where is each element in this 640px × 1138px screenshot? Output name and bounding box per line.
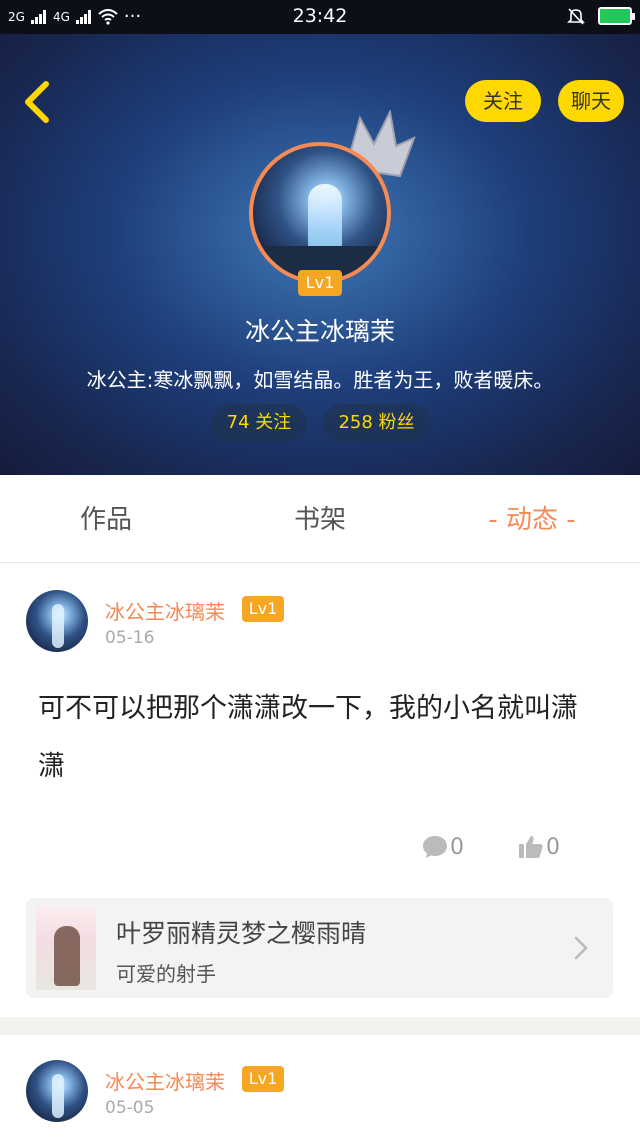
post-avatar[interactable] (26, 1060, 88, 1122)
book-title: 叶罗丽精灵梦之樱雨晴 (116, 919, 367, 948)
profile-header: 关注 聊天 Lv1 冰公主冰璃茉 冰公主:寒冰飘飘，如雪结晶。胜者为王，败者暖床… (0, 34, 640, 475)
tab-feed[interactable]: - 动态 - (464, 475, 600, 563)
cover-figure (54, 926, 80, 986)
post-date: 05-16 (105, 628, 155, 648)
level-badge: Lv1 (298, 270, 342, 296)
fans-count[interactable]: 258 粉丝 (323, 404, 430, 442)
profile-tabs: 作品 书架 - 动态 - (0, 475, 640, 563)
comment-button[interactable]: 0 (422, 830, 464, 864)
status-bar: 2G 4G ··· 23:42 (0, 0, 640, 34)
book-author: 可爱的射手 (116, 962, 216, 986)
tab-bookshelf[interactable]: 书架 (258, 475, 382, 563)
following-count[interactable]: 74 关注 (211, 404, 307, 442)
tab-works[interactable]: 作品 (44, 475, 168, 563)
status-time: 23:42 (292, 5, 348, 27)
chevron-right-icon (574, 936, 588, 960)
back-arrow-icon[interactable] (18, 80, 58, 124)
profile-nickname: 冰公主冰璃茉 (244, 317, 395, 346)
like-button[interactable]: 0 (518, 830, 560, 864)
like-count: 0 (546, 834, 560, 860)
post-author[interactable]: 冰公主冰璃茉 (105, 596, 225, 625)
chat-button[interactable]: 聊天 (558, 80, 624, 122)
comment-count: 0 (450, 834, 464, 860)
battery-icon (598, 7, 635, 25)
avatar-figure (52, 1074, 64, 1118)
post-text: 可不可以把那个潇潇改一下，我的小名就叫潇潇 (38, 693, 578, 782)
linked-book-card[interactable]: 叶罗丽精灵梦之樱雨晴 可爱的射手 (26, 898, 613, 998)
comment-icon (423, 836, 447, 858)
post-level-badge: Lv1 (242, 1066, 284, 1092)
profile-avatar[interactable] (249, 142, 391, 284)
post-date: 05-05 (105, 1098, 155, 1118)
avatar-figure (52, 604, 64, 648)
status-right (566, 6, 635, 26)
follow-button[interactable]: 关注 (465, 80, 541, 122)
book-cover (36, 906, 96, 990)
post-author[interactable]: 冰公主冰璃茉 (105, 1066, 225, 1095)
profile-bio: 冰公主:寒冰飘飘，如雪结晶。胜者为王，败者暖床。 (86, 368, 554, 392)
post-level-badge: Lv1 (242, 596, 284, 622)
thumbs-up-icon (519, 836, 543, 858)
post-avatar[interactable] (26, 590, 88, 652)
mute-bell-icon (567, 8, 585, 25)
post-divider (0, 1017, 640, 1035)
